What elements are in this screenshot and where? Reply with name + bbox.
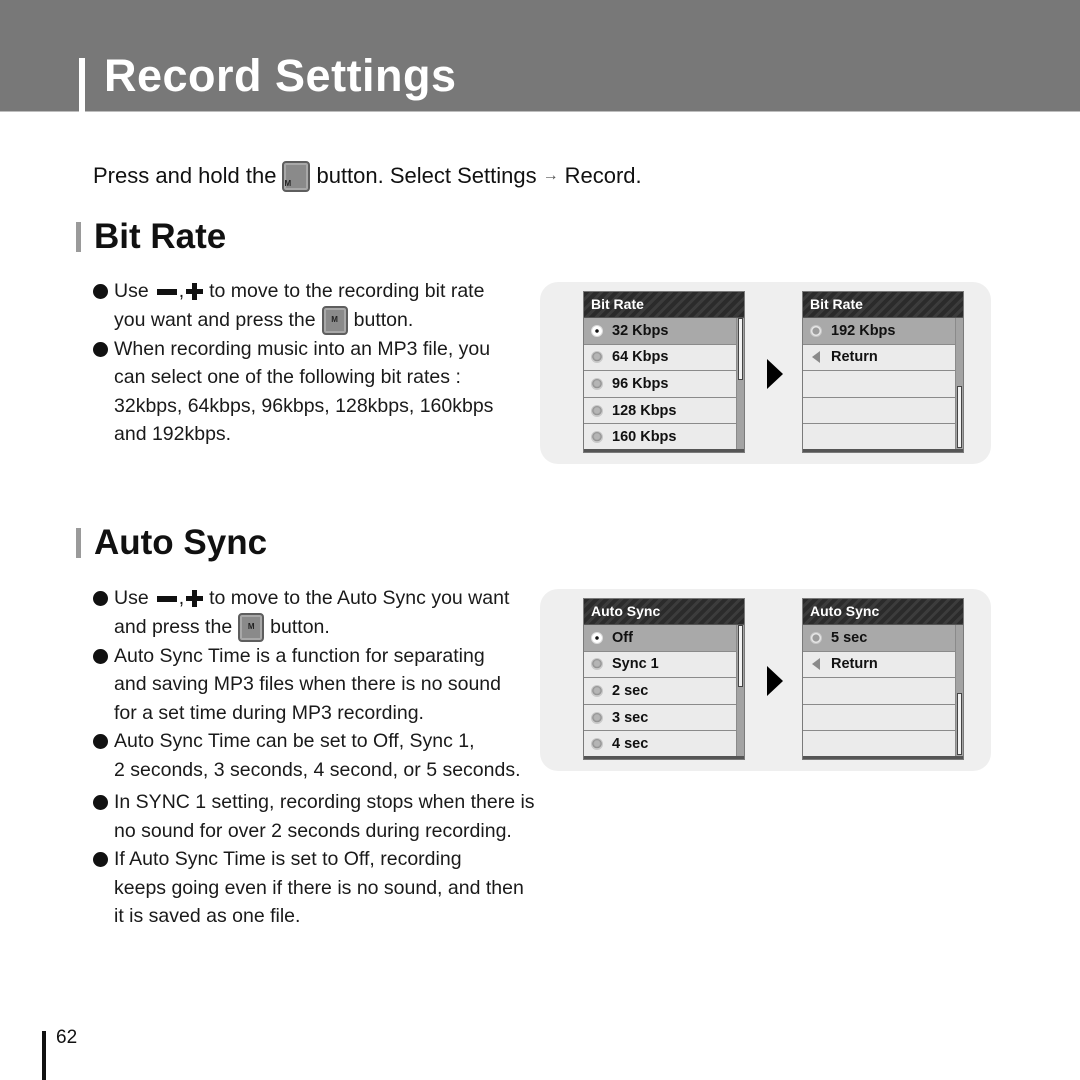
menu-item[interactable]: 128 Kbps: [584, 397, 737, 425]
bit-rate-instructions: Use, to move to the recording bit rate yo…: [93, 277, 553, 449]
radio-icon: [591, 684, 603, 697]
radio-icon: [591, 377, 603, 390]
scrollbar-thumb[interactable]: [738, 625, 743, 687]
radio-selected-icon: [591, 631, 603, 644]
menu-item-return[interactable]: Return: [803, 651, 956, 679]
menu-item[interactable]: 2 sec: [584, 678, 737, 705]
return-arrow-icon: [810, 657, 822, 671]
scrollbar[interactable]: [736, 625, 744, 759]
auto-sync-menu-screen: Auto Sync Off Sync 1 2 sec 3 sec 4 sec: [583, 598, 745, 760]
bullet-item: When recording music into an MP3 file, y…: [93, 335, 553, 449]
instruction-line: Press and hold the M button. Select Sett…: [93, 160, 642, 192]
radio-icon: [591, 738, 603, 751]
menu-item[interactable]: 5 sec: [803, 625, 956, 652]
bullet-dot-icon: [93, 852, 108, 868]
scrollbar-thumb[interactable]: [957, 386, 962, 448]
section-title: Auto Sync: [94, 523, 268, 562]
radio-icon: [591, 658, 603, 671]
bullet-dot-icon: [93, 648, 108, 664]
menu-item-empty: [803, 704, 956, 732]
header-band: Record Settings: [0, 0, 1080, 112]
auto-sync-instructions: Use, to move to the Auto Sync you want an…: [93, 584, 553, 931]
return-arrow-icon: [810, 350, 822, 364]
page-title: Record Settings: [104, 50, 457, 101]
m-button-icon: M: [321, 305, 348, 335]
menu-item[interactable]: 4 sec: [584, 731, 737, 758]
instruction-suffix: button. Select Settings: [316, 163, 537, 188]
bullet-item: In SYNC 1 setting, recording stops when …: [93, 788, 553, 845]
right-triangle-icon: [767, 666, 783, 696]
scrollbar[interactable]: [955, 625, 963, 759]
bit-rate-menu-screen: Bit Rate 32 Kbps 64 Kbps 96 Kbps 128 Kbp…: [583, 291, 745, 453]
instruction-prefix: Press and hold the: [93, 163, 277, 188]
heading-accent-bar: [76, 528, 81, 558]
menu-item-empty: [803, 371, 956, 398]
menu-item-empty: [803, 424, 956, 451]
menu-item[interactable]: Sync 1: [584, 651, 737, 679]
plus-icon: [186, 283, 204, 301]
radio-icon: [591, 431, 603, 444]
minus-icon: [156, 595, 177, 602]
menu-item[interactable]: 64 Kbps: [584, 344, 737, 372]
bullet-dot-icon: [93, 734, 108, 750]
menu-item-empty: [803, 678, 956, 705]
bullet-item: Auto Sync Time can be set to Off, Sync 1…: [93, 727, 553, 784]
minus-icon: [156, 288, 177, 295]
screen-title: Bit Rate: [584, 292, 744, 318]
menu-item[interactable]: 3 sec: [584, 704, 737, 732]
bullet-dot-icon: [93, 284, 108, 299]
menu-item[interactable]: 192 Kbps: [803, 318, 956, 345]
auto-sync-screen-panel: Auto Sync Off Sync 1 2 sec 3 sec 4 sec A…: [540, 589, 991, 771]
heading-accent-bar: [76, 222, 81, 252]
menu-item[interactable]: 32 Kbps: [584, 318, 737, 345]
menu-item-empty: [803, 397, 956, 425]
auto-sync-menu-screen-next: Auto Sync 5 sec Return: [802, 598, 964, 760]
screen-title: Auto Sync: [584, 599, 744, 625]
m-button-icon: M: [238, 612, 265, 642]
section-heading-bit-rate: Bit Rate: [76, 215, 226, 259]
bit-rate-menu-screen-next: Bit Rate 192 Kbps Return: [802, 291, 964, 453]
scrollbar[interactable]: [736, 318, 744, 452]
scrollbar[interactable]: [955, 318, 963, 452]
page-number-bar: [42, 1031, 46, 1080]
screen-title: Auto Sync: [803, 599, 963, 625]
radio-icon: [591, 711, 603, 724]
bullet-dot-icon: [93, 795, 108, 811]
menu-item-empty: [803, 731, 956, 758]
bullet-item: Use, to move to the Auto Sync you want an…: [93, 584, 553, 642]
page-number: 62: [56, 1027, 78, 1048]
bullet-item: Auto Sync Time is a function for separat…: [93, 642, 553, 728]
header-accent-bar: [79, 58, 85, 112]
section-title: Bit Rate: [94, 217, 227, 256]
radio-icon: [810, 324, 822, 337]
menu-item[interactable]: Off: [584, 625, 737, 652]
arrow-right-icon: →: [542, 167, 559, 184]
menu-item-return[interactable]: Return: [803, 344, 956, 372]
section-heading-auto-sync: Auto Sync: [76, 521, 267, 565]
bullet-item: Use, to move to the recording bit rate yo…: [93, 277, 553, 335]
instruction-target: Record.: [564, 163, 642, 188]
screen-title: Bit Rate: [803, 292, 963, 318]
right-triangle-icon: [767, 359, 783, 389]
m-button-icon: M: [282, 160, 311, 192]
menu-item[interactable]: 96 Kbps: [584, 371, 737, 398]
bullet-dot-icon: [93, 341, 108, 357]
scrollbar-thumb[interactable]: [738, 318, 743, 380]
bullet-dot-icon: [93, 591, 108, 606]
plus-icon: [186, 590, 204, 608]
radio-icon: [810, 631, 822, 644]
radio-selected-icon: [591, 324, 603, 337]
menu-item[interactable]: 160 Kbps: [584, 424, 737, 451]
scrollbar-thumb[interactable]: [957, 693, 962, 755]
bit-rate-screen-panel: Bit Rate 32 Kbps 64 Kbps 96 Kbps 128 Kbp…: [540, 282, 991, 464]
bullet-item: If Auto Sync Time is set to Off, recordi…: [93, 845, 553, 931]
radio-icon: [591, 404, 603, 417]
radio-icon: [591, 351, 603, 364]
